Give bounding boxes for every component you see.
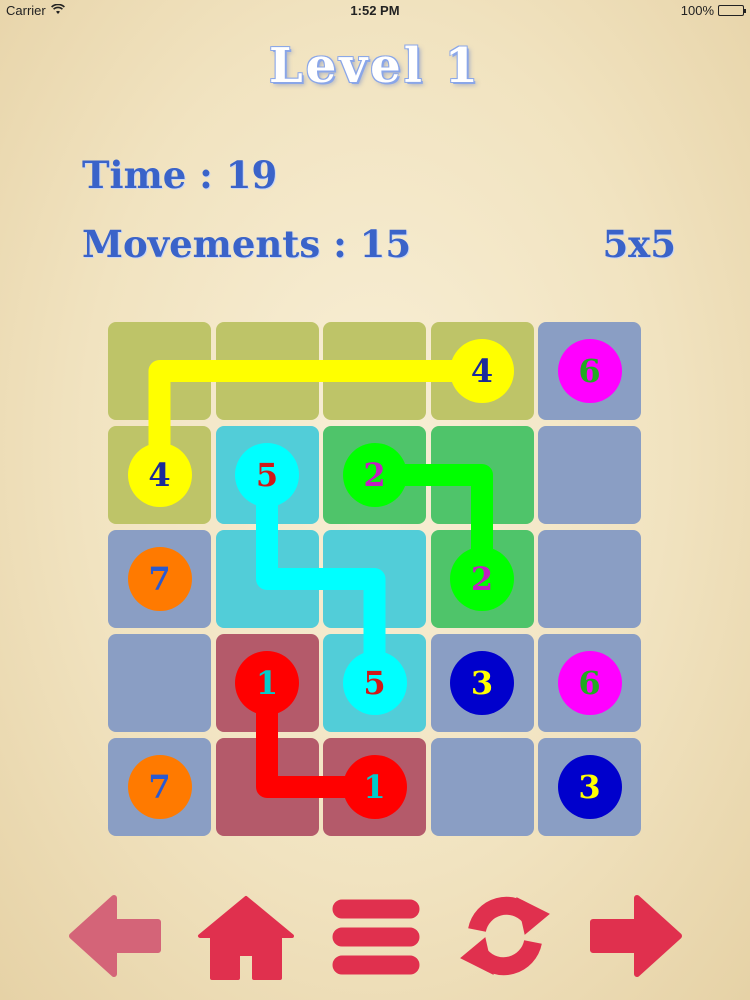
- refresh-icon: [460, 896, 550, 976]
- next-button[interactable]: [585, 890, 685, 982]
- home-button[interactable]: [196, 890, 296, 982]
- endpoint-dot-7[interactable]: 7: [127, 547, 192, 611]
- endpoint-dot-5[interactable]: 5: [235, 443, 299, 507]
- toolbar: [0, 890, 750, 990]
- endpoint-dot-4[interactable]: 4: [450, 339, 514, 403]
- endpoint-dot-2[interactable]: 2: [450, 547, 514, 611]
- home-icon: [198, 896, 294, 980]
- menu-icon: [332, 899, 420, 975]
- endpoint-dot-3[interactable]: 3: [557, 755, 622, 819]
- endpoint-dot-2[interactable]: 2: [342, 443, 407, 507]
- endpoint-dot-6[interactable]: 6: [557, 651, 622, 715]
- endpoint-dot-5[interactable]: 5: [342, 651, 407, 715]
- menu-button[interactable]: [325, 890, 425, 982]
- endpoint-dot-7[interactable]: 7: [127, 755, 192, 819]
- game-board: 46452721536713: [0, 0, 750, 1000]
- endpoint-dot-4[interactable]: 4: [127, 443, 192, 507]
- endpoint-dot-1[interactable]: 1: [235, 651, 299, 715]
- arrow-left-icon: [69, 895, 161, 977]
- flow-pipe-0: [148, 360, 493, 486]
- endpoint-dot-3[interactable]: 3: [450, 651, 514, 715]
- arrow-right-icon: [590, 895, 682, 977]
- flow-pipe-2: [256, 464, 386, 694]
- restart-button[interactable]: [455, 890, 555, 982]
- endpoint-dot-1[interactable]: 1: [342, 755, 407, 819]
- back-button[interactable]: [66, 890, 166, 982]
- endpoint-dot-6[interactable]: 6: [557, 339, 622, 403]
